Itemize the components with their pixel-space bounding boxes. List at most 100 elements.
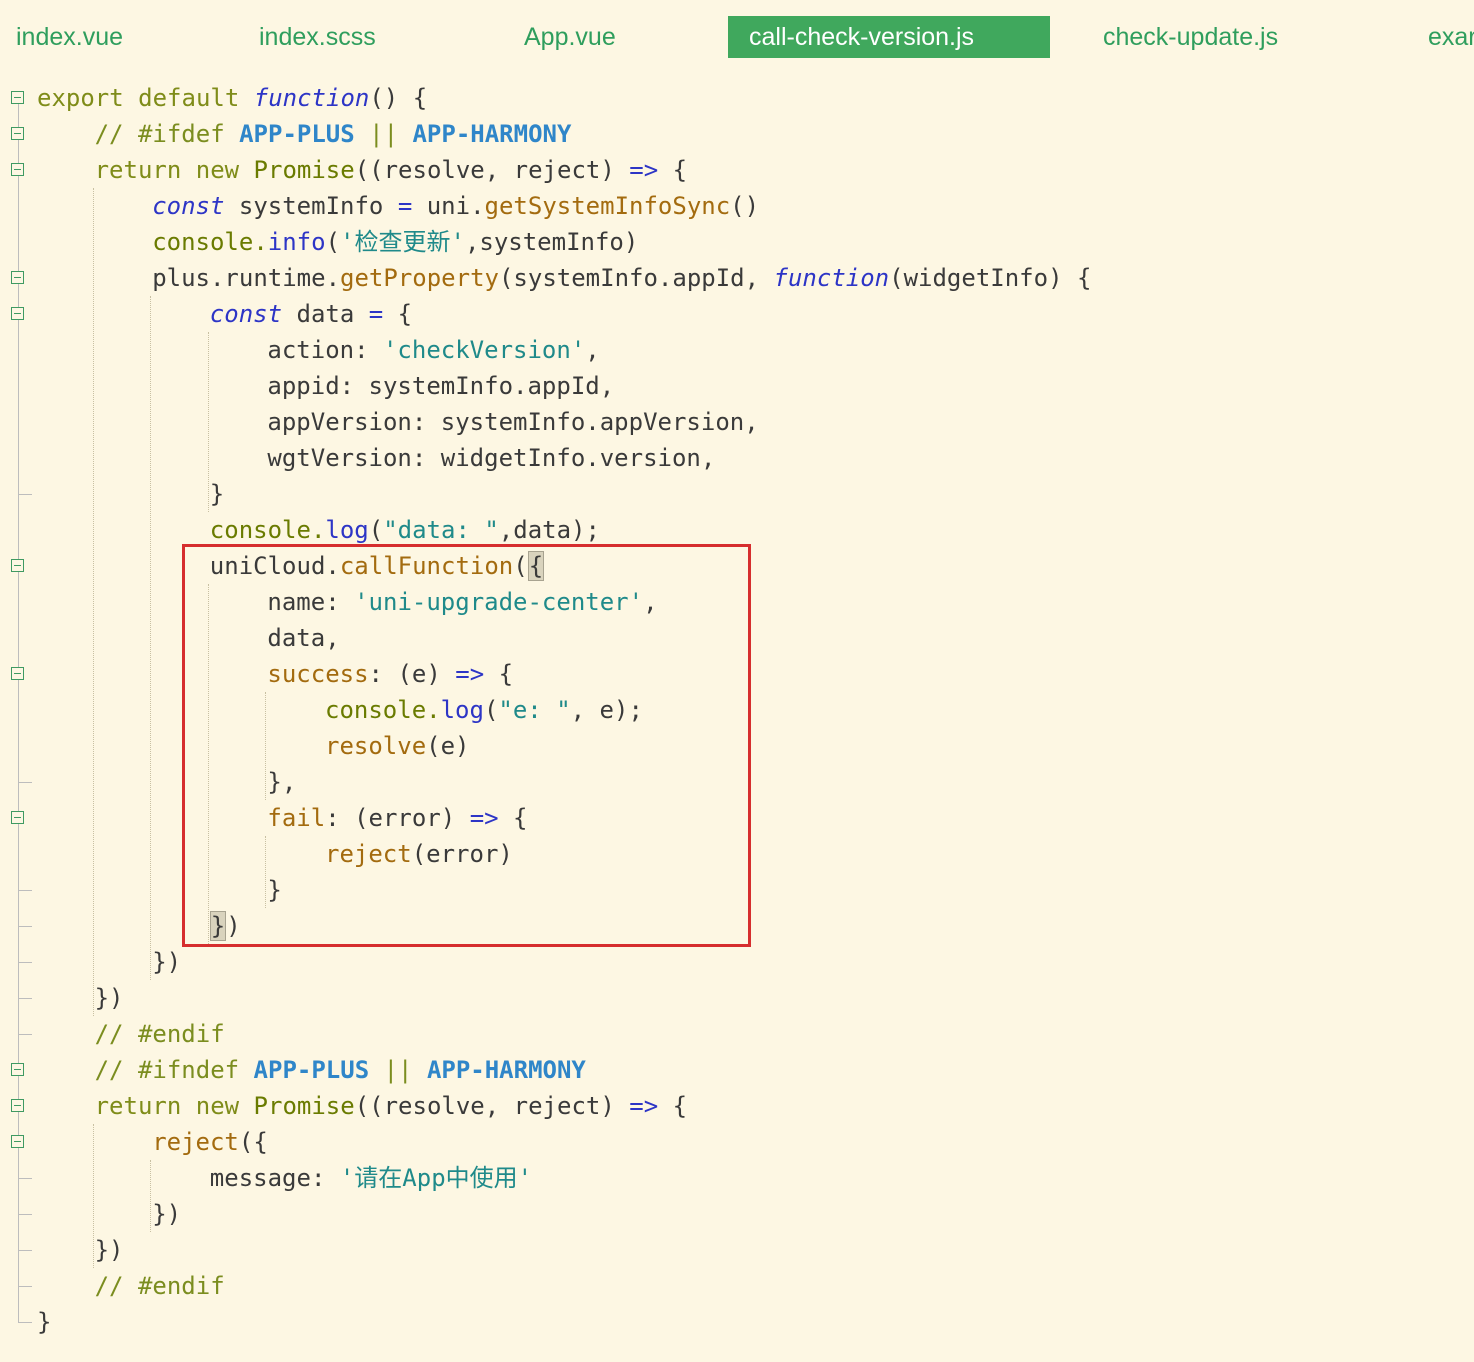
fold-toggle-icon[interactable] (11, 1063, 24, 1076)
code-token: '检查更新' (340, 228, 465, 256)
code-token: const (209, 300, 283, 328)
code-token: (widgetInfo) { (889, 264, 1092, 292)
code-token: systemInfo (224, 192, 398, 220)
code-text: return new Promise((resolve, reject) => … (95, 1088, 687, 1124)
tab-index-vue[interactable]: index.vue (16, 16, 123, 58)
code-text: console.info('检查更新',systemInfo) (152, 224, 638, 260)
code-token: info (267, 228, 326, 256)
code-text: } (210, 476, 224, 512)
code-text: reject({ (152, 1124, 268, 1160)
tab-index-scss[interactable]: index.scss (259, 16, 376, 58)
code-text: // #endif (95, 1016, 225, 1052)
code-token: 'checkVersion' (382, 336, 586, 364)
code-token: log (325, 516, 369, 544)
code-token: Promise (253, 1092, 355, 1120)
fold-toggle-icon[interactable] (11, 271, 24, 284)
fold-end-marker (18, 962, 32, 963)
code-token: message: (209, 1164, 340, 1192)
code-token: // #ifndef (94, 1056, 254, 1084)
fold-toggle-icon[interactable] (11, 667, 24, 680)
fold-toggle-icon[interactable] (11, 559, 24, 572)
indent-guide (150, 296, 152, 980)
editor-tab-bar: index.vue index.scss App.vue call-check-… (0, 0, 1474, 70)
fold-end-marker (18, 1322, 32, 1323)
code-token: APP-PLUS (253, 1056, 370, 1084)
fold-toggle-icon[interactable] (11, 163, 24, 176)
code-token: export default (37, 84, 254, 112)
fold-toggle-icon[interactable] (11, 811, 24, 824)
code-token: ( (325, 228, 341, 256)
code-token: } (209, 480, 225, 508)
code-token: uni. (412, 192, 485, 220)
tab-check-update-js[interactable]: check-update.js (1103, 16, 1278, 58)
code-text: }) (152, 944, 181, 980)
code-token: APP-PLUS (239, 120, 355, 148)
code-token: appid: systemInfo.appId, (267, 372, 615, 400)
code-token: reject (152, 1128, 239, 1156)
code-token: (systemInfo.appId, (498, 264, 774, 292)
code-text: const data = { (210, 296, 412, 332)
code-text: wgtVersion: widgetInfo.version, (267, 440, 715, 476)
code-text: }) (95, 1232, 124, 1268)
code-token: }) (152, 948, 182, 976)
code-text: console.log("data: ",data); (210, 512, 600, 548)
tab-call-check-version-js[interactable]: call-check-version.js (728, 16, 1050, 58)
code-token: function (773, 264, 890, 292)
fold-toggle-icon[interactable] (11, 1099, 24, 1112)
fold-end-marker (18, 890, 32, 891)
code-token: return new (94, 156, 254, 184)
code-token: return new (94, 1092, 254, 1120)
fold-toggle-icon[interactable] (11, 1135, 24, 1148)
code-token: function (253, 84, 370, 112)
code-token: () { (369, 84, 428, 112)
code-token: ( (368, 516, 384, 544)
code-text: return new Promise((resolve, reject) => … (95, 152, 687, 188)
code-text: } (37, 1304, 51, 1340)
code-token: { (658, 156, 688, 184)
code-text: export default function() { (37, 80, 427, 116)
code-token: // #endif (94, 1272, 225, 1300)
code-token: // #ifdef (94, 120, 240, 148)
code-token: } (37, 1308, 52, 1336)
code-text: plus.runtime.getProperty(systemInfo.appI… (152, 260, 1091, 296)
code-token: plus.runtime. (152, 264, 341, 292)
code-text: }) (95, 980, 124, 1016)
code-token: => (629, 1092, 659, 1120)
code-token: console. (209, 516, 326, 544)
fold-end-marker (18, 1034, 32, 1035)
code-token: ,systemInfo) (464, 228, 639, 256)
code-token: getSystemInfoSync (484, 192, 731, 220)
fold-end-marker (18, 1250, 32, 1251)
code-token: }) (94, 1236, 124, 1264)
fold-toggle-icon[interactable] (11, 127, 24, 140)
code-token: { (658, 1092, 688, 1120)
fold-end-marker (18, 782, 32, 783)
code-token: "data: " (383, 516, 499, 544)
code-token: ((resolve, reject) (354, 1092, 630, 1120)
indent-guide (92, 188, 94, 1016)
fold-toggle-icon[interactable] (11, 307, 24, 320)
code-token: () (730, 192, 760, 220)
tab-overflow[interactable]: exar (1428, 16, 1474, 58)
code-token: = (397, 192, 413, 220)
fold-end-marker (18, 998, 32, 999)
code-token: action: (267, 336, 383, 364)
code-token: => (629, 156, 659, 184)
code-token: getProperty (340, 264, 499, 292)
code-text: }) (152, 1196, 181, 1232)
code-token: wgtVersion: widgetInfo.version, (267, 444, 716, 472)
code-token: { (383, 300, 413, 328)
fold-end-marker (18, 926, 32, 927)
code-token: , (585, 336, 600, 364)
fold-end-marker (18, 1286, 32, 1287)
code-token: data (282, 300, 369, 328)
fold-end-marker (18, 1178, 32, 1179)
code-token: || (354, 120, 413, 148)
code-token: '请在App中使用' (339, 1164, 533, 1192)
code-token: APP-HARMONY (426, 1056, 586, 1084)
code-token: }) (152, 1200, 182, 1228)
tab-app-vue[interactable]: App.vue (524, 16, 616, 58)
code-token: = (368, 300, 384, 328)
fold-end-marker (18, 494, 32, 495)
fold-toggle-icon[interactable] (11, 91, 24, 104)
